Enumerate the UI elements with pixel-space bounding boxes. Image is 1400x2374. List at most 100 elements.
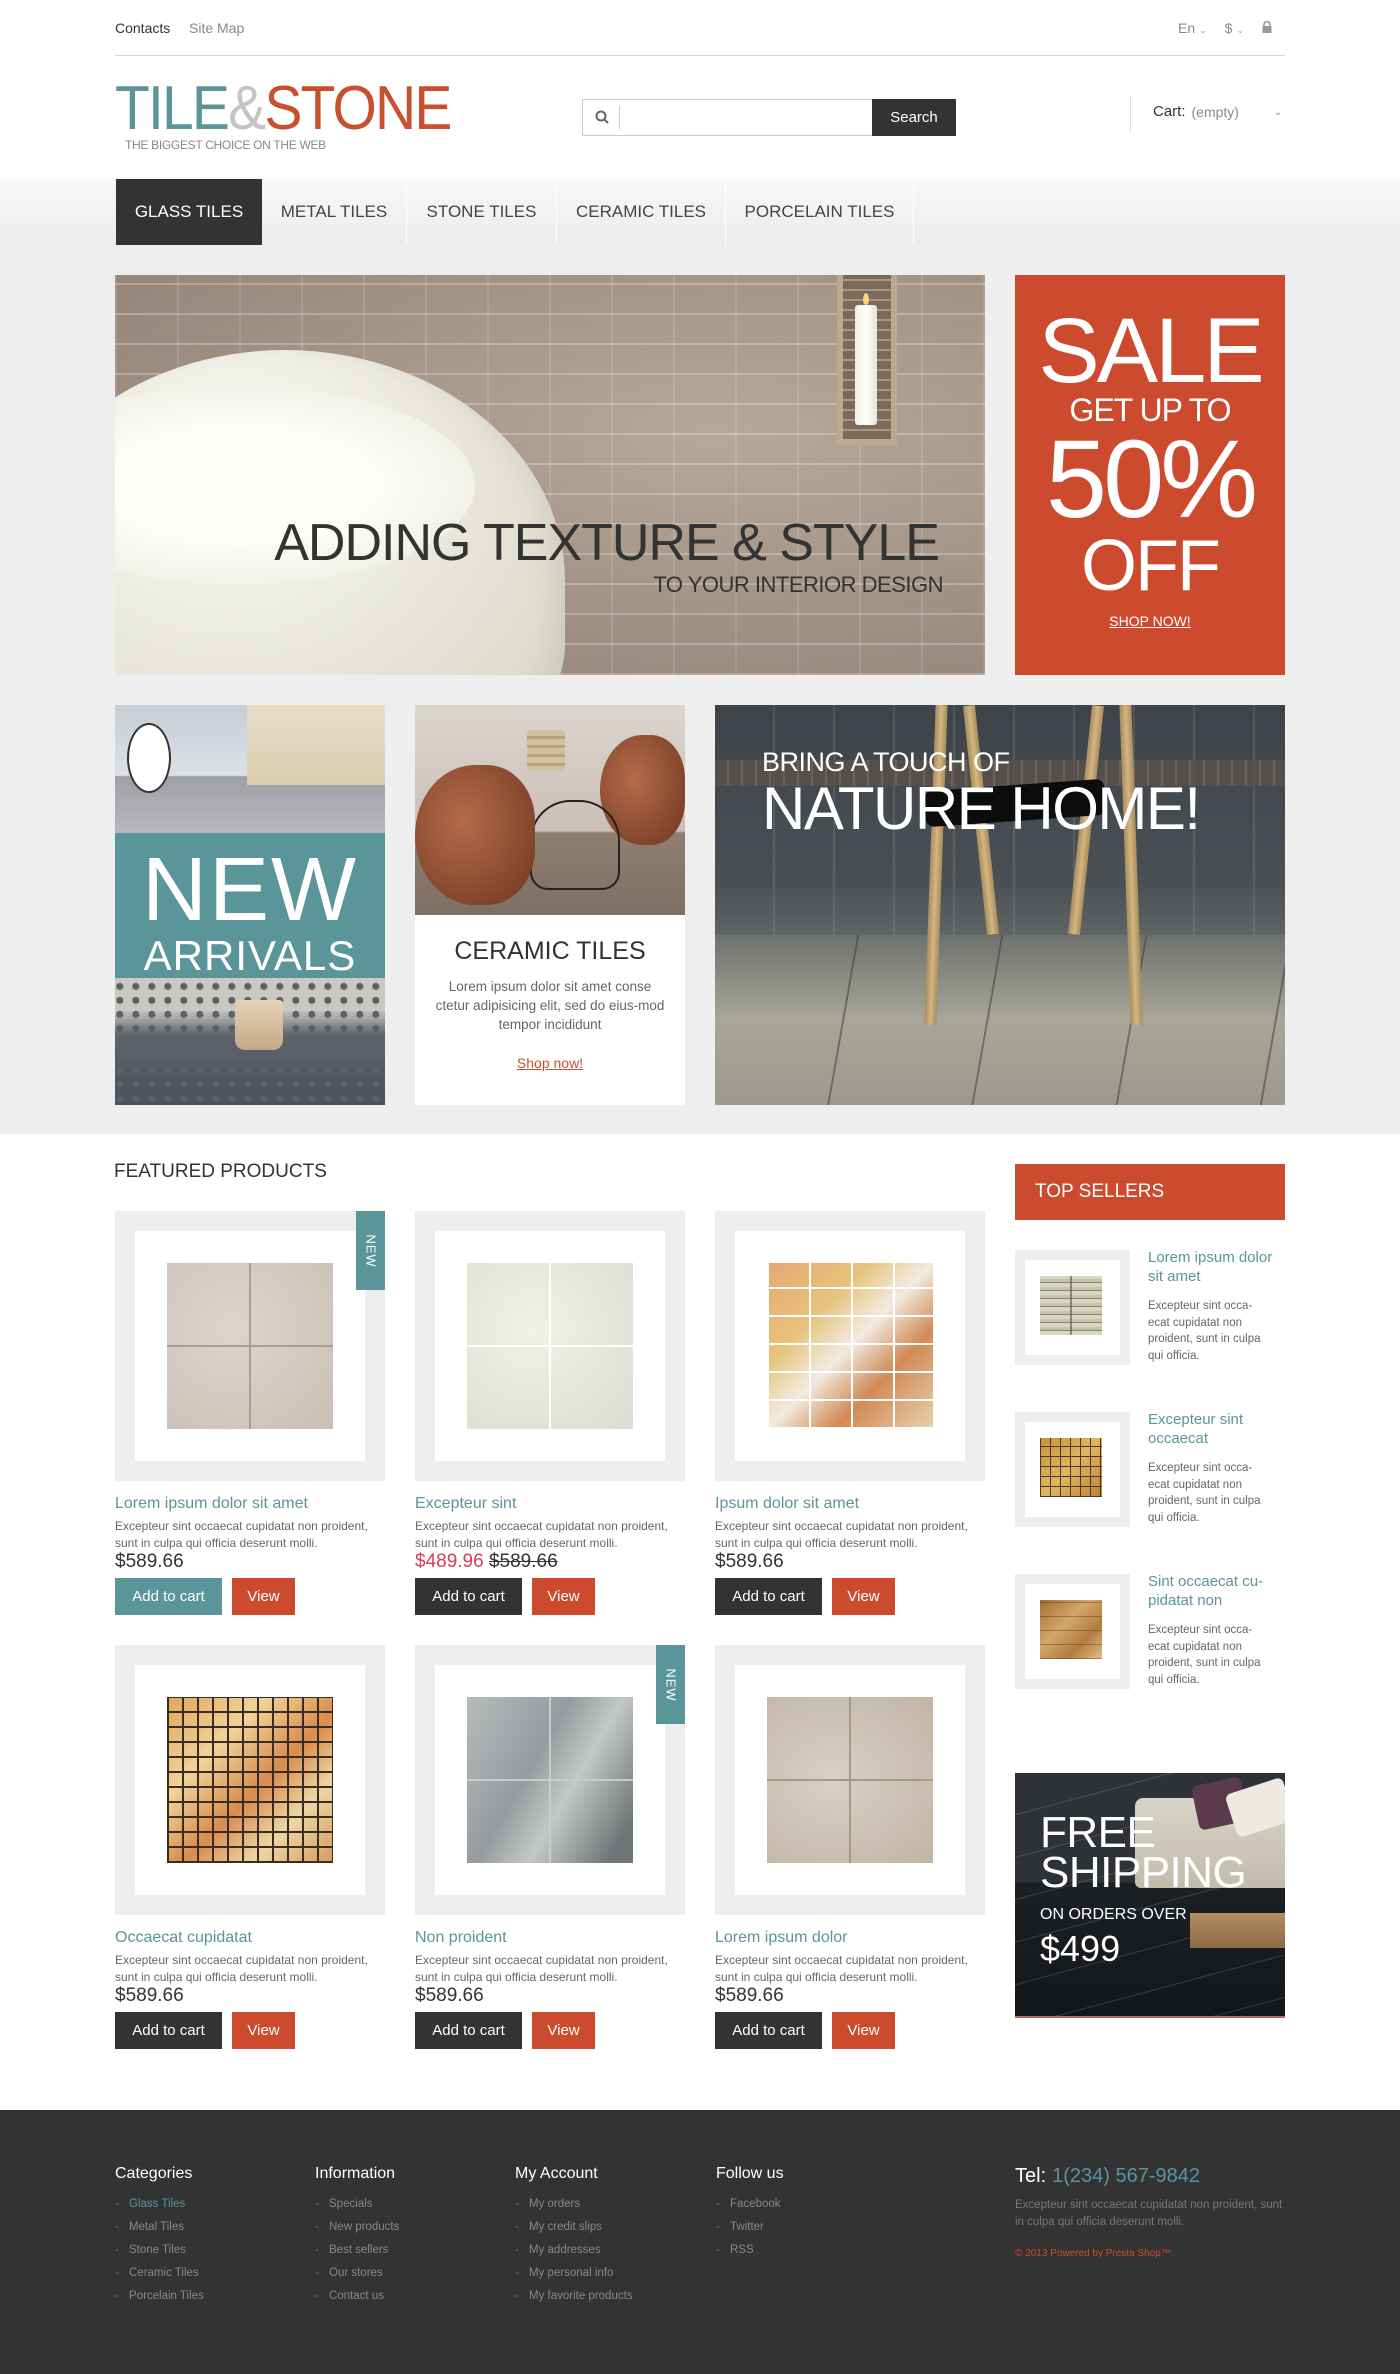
footer-link[interactable]: Stone Tiles [115,2239,204,2262]
footer-link[interactable]: Facebook [716,2193,784,2216]
main-nav: GLASS TILES METAL TILES STONE TILES CERA… [0,179,1400,245]
ceramic-shop-now-link[interactable]: Shop now! [415,1055,685,1071]
footer-link[interactable]: My favorite products [515,2285,633,2308]
nature-banner[interactable]: BRING A TOUCH OF NATURE HOME! [715,705,1285,1105]
view-button[interactable]: View [232,1578,295,1615]
footer-link[interactable]: My addresses [515,2239,633,2262]
cart-status: (empty) [1191,103,1239,120]
product-image[interactable] [167,1263,333,1429]
product-image-frame[interactable]: SALE [415,1211,685,1481]
add-to-cart-button[interactable]: Add to cart [715,1578,822,1615]
nav-stone-tiles[interactable]: STONE TILES [407,179,557,245]
product-name[interactable]: Ipsum dolor sit amet [715,1495,859,1513]
nav-glass-tiles[interactable]: GLASS TILES [116,179,262,245]
chevron-down-icon[interactable]: ⌄ [1274,107,1282,118]
contacts-link[interactable]: Contacts [115,20,170,36]
new-arrivals-banner[interactable]: NEW ARRIVALS [115,705,385,1105]
logo[interactable]: TILE&STONE THE BIGGEST CHOICE ON THE WEB [115,78,480,153]
footer: Categories Glass TilesMetal TilesStone Ti… [0,2110,1400,2374]
top-seller-name[interactable]: Excepteur sint occaecat [1148,1410,1288,1448]
product-card: SALE Excepteur sint Excepteur sint occae… [415,1211,685,1616]
product-name[interactable]: Occaecat cupidatat [115,1929,252,1947]
product-name[interactable]: Non proident [415,1929,507,1947]
copyright-link[interactable]: © 2013 Powered by Presta Shop™. [1015,2248,1174,2259]
product-image[interactable] [467,1697,633,1863]
logo-stone: STONE [264,74,452,143]
footer-link[interactable]: Contact us [315,2285,399,2308]
view-button[interactable]: View [232,2012,295,2049]
product-image-frame[interactable]: NEW [115,1211,385,1481]
top-seller-description: Excepteur sint occa-ecat cupidatat non p… [1148,1462,1261,1524]
view-button[interactable]: View [532,2012,595,2049]
product-price: $589.66 [715,1551,784,1573]
nav-porcelain-tiles[interactable]: PORCELAIN TILES [726,179,914,245]
top-seller-image-frame[interactable] [1015,1574,1130,1689]
coffee-table-image [1190,1913,1285,1948]
product-image-frame[interactable] [715,1211,985,1481]
old-price: $589.66 [488,1551,558,1572]
footer-link[interactable]: RSS [716,2239,784,2262]
top-seller-name[interactable]: Sint occaecat cu-pidatat non [1148,1572,1288,1610]
product-image-frame[interactable]: NEW [415,1645,685,1915]
top-seller-image[interactable] [1040,1438,1102,1497]
footer-link[interactable]: Twitter [716,2216,784,2239]
add-to-cart-button[interactable]: Add to cart [415,1578,522,1615]
top-seller-name[interactable]: Lorem ipsum dolor sit amet [1148,1248,1288,1286]
top-seller-image-frame[interactable] [1015,1250,1130,1365]
search-input[interactable] [623,102,863,133]
lock-icon[interactable] [1262,20,1272,36]
footer-link[interactable]: Our stores [315,2262,399,2285]
product-name[interactable]: Lorem ipsum dolor sit amet [115,1495,308,1513]
footer-link[interactable]: New products [315,2216,399,2239]
footer-link[interactable]: Best sellers [315,2239,399,2262]
site-map-link[interactable]: Site Map [189,20,244,36]
top-seller-image[interactable] [1040,1276,1102,1335]
footer-link[interactable]: Ceramic Tiles [115,2262,204,2285]
product-image[interactable] [767,1697,933,1863]
sale-banner[interactable]: SALE GET UP TO 50% OFF SHOP NOW! [1015,275,1285,675]
add-to-cart-button[interactable]: Add to cart [115,2012,222,2049]
footer-text: Excepteur sint occaecat cupidatat non pr… [1015,2199,1283,2228]
cart-button[interactable]: Cart: (empty) [1153,103,1239,120]
add-to-cart-button[interactable]: Add to cart [415,2012,522,2049]
view-button[interactable]: View [832,1578,895,1615]
nav-ceramic-tiles[interactable]: CERAMIC TILES [557,179,726,245]
sale-shop-now-link[interactable]: SHOP NOW! [1015,613,1285,629]
footer-link[interactable]: My personal info [515,2262,633,2285]
product-image-frame[interactable] [715,1645,985,1915]
footer-column-title: My Account [515,2165,598,2182]
currency-selector[interactable]: $ ⌄ [1225,20,1244,36]
product-price: $589.66 [715,1985,784,2007]
nav-metal-tiles[interactable]: METAL TILES [262,179,407,245]
free-shipping-banner[interactable]: FREE SHIPPING ON ORDERS OVER $499 [1015,1773,1285,2018]
footer-phone: Tel: 1(234) 567-9842 [1015,2165,1200,2188]
footer-link[interactable]: My credit slips [515,2216,633,2239]
product-image[interactable] [167,1697,333,1863]
product-image-frame[interactable] [115,1645,385,1915]
footer-link[interactable]: Specials [315,2193,399,2216]
sale-title: SALE [1038,300,1264,402]
view-button[interactable]: View [532,1578,595,1615]
add-to-cart-button[interactable]: Add to cart [115,1578,222,1615]
footer-link-list: FacebookTwitterRSS [716,2193,784,2262]
view-button[interactable]: View [832,2012,895,2049]
footer-link[interactable]: My orders [515,2193,633,2216]
ceramic-title: CERAMIC TILES [454,937,646,965]
add-to-cart-button[interactable]: Add to cart [715,2012,822,2049]
product-name[interactable]: Excepteur sint [415,1495,516,1513]
top-seller-image-frame[interactable] [1015,1412,1130,1527]
arrivals-lamp [127,723,171,793]
product-image[interactable] [767,1263,933,1429]
product-name[interactable]: Lorem ipsum dolor [715,1929,848,1947]
product-card: Lorem ipsum dolor Excepteur sint occaeca… [715,1645,985,2050]
search-button[interactable]: Search [872,99,956,136]
hero-banner[interactable]: ADDING TEXTURE & STYLE TO YOUR INTERIOR … [115,275,985,675]
footer-link[interactable]: Glass Tiles [115,2193,204,2216]
phone-number[interactable]: 1(234) 567-9842 [1052,2165,1200,2187]
product-image[interactable] [467,1263,633,1429]
top-seller-image[interactable] [1040,1600,1102,1659]
footer-link[interactable]: Porcelain Tiles [115,2285,204,2308]
language-selector[interactable]: En ⌄ [1178,20,1207,36]
footer-link[interactable]: Metal Tiles [115,2216,204,2239]
search-icon [595,110,609,124]
